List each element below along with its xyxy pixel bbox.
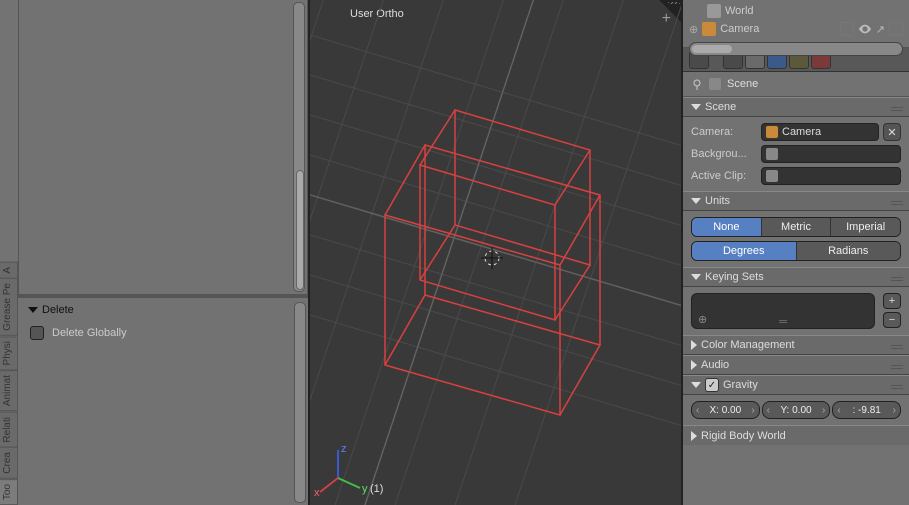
grip-icon[interactable] <box>891 275 903 281</box>
tool-shelf-upper <box>18 0 308 295</box>
active-clip-label: Active Clip: <box>691 170 757 182</box>
camera-restrict-icon[interactable] <box>889 22 903 36</box>
3d-viewport[interactable]: User Ortho + <box>308 0 681 505</box>
world-icon <box>707 4 721 18</box>
collapse-icon <box>691 198 701 204</box>
outliner-scrollbar[interactable] <box>689 42 903 56</box>
tab-misc[interactable]: A <box>0 262 18 279</box>
unit-imperial[interactable]: Imperial <box>831 218 900 236</box>
panel-title-scene: Scene <box>705 101 736 113</box>
list-grip-icon[interactable]: ═ <box>779 316 787 326</box>
panel-gravity: X: 0.00 Y: 0.00 : -9.81 <box>683 395 909 425</box>
svg-text:x: x <box>314 487 320 499</box>
panel-header-rigidbody[interactable]: Rigid Body World <box>683 425 909 445</box>
delete-globally-option[interactable]: Delete Globally <box>30 326 298 340</box>
panel-title-keying: Keying Sets <box>705 271 764 283</box>
scene-link-icon <box>766 148 778 160</box>
breadcrumb-scene[interactable]: Scene <box>727 78 758 90</box>
viewport-canvas: z y x <box>310 0 681 505</box>
grip-icon[interactable] <box>891 199 903 205</box>
expand-icon <box>691 340 697 350</box>
tool-shelf-tabs: Too Crea Relati Animat Physi Grease Pe A <box>0 0 18 505</box>
tab-grease-pencil[interactable]: Grease Pe <box>0 278 18 336</box>
background-label: Backgrou... <box>691 148 757 160</box>
collapse-icon <box>691 382 701 388</box>
operator-title: Delete <box>42 304 74 316</box>
unit-metric[interactable]: Metric <box>762 218 832 236</box>
gravity-checkbox[interactable]: ✓ <box>705 378 719 392</box>
panel-scene: Camera: Camera ✕ Backgrou... Active Clip… <box>683 117 909 191</box>
restrict-icon[interactable] <box>840 22 854 36</box>
breadcrumb: Scene <box>683 72 909 97</box>
pin-icon[interactable] <box>691 78 703 90</box>
panel-units: None Metric Imperial Degrees Radians <box>683 211 909 267</box>
properties-region: World ⊕ Camera ↗ Scene Scene <box>681 0 909 505</box>
collapse-icon <box>691 274 701 280</box>
grip-icon[interactable] <box>891 105 903 111</box>
grip-icon[interactable] <box>891 363 903 369</box>
panel-title-units: Units <box>705 195 730 207</box>
panel-header-color-mgmt[interactable]: Color Management <box>683 335 909 355</box>
clip-icon <box>766 170 778 182</box>
tab-create[interactable]: Crea <box>0 447 18 479</box>
tab-animation[interactable]: Animat <box>0 370 18 411</box>
panel-title-color-mgmt: Color Management <box>701 339 795 351</box>
panel-header-keying[interactable]: Keying Sets <box>683 267 909 287</box>
panel-header-scene[interactable]: Scene <box>683 97 909 117</box>
svg-text:y: y <box>362 483 368 495</box>
gravity-x[interactable]: X: 0.00 <box>691 401 760 419</box>
scene-icon <box>709 78 721 90</box>
camera-label: Camera: <box>691 126 757 138</box>
scrollbar-thumb[interactable] <box>296 170 304 290</box>
panel-header-gravity[interactable]: ✓ Gravity <box>683 375 909 395</box>
outliner-camera-label: Camera <box>720 23 759 35</box>
tab-physics[interactable]: Physi <box>0 336 18 370</box>
angle-degrees[interactable]: Degrees <box>692 242 797 260</box>
panel-title-rigidbody: Rigid Body World <box>701 430 786 442</box>
expand-icon <box>691 360 697 370</box>
angle-radians[interactable]: Radians <box>797 242 901 260</box>
keying-remove-button[interactable]: − <box>883 312 901 328</box>
tab-relations[interactable]: Relati <box>0 412 18 448</box>
keying-list[interactable]: ═ ⊕ <box>691 293 875 329</box>
grip-icon[interactable] <box>891 343 903 349</box>
panel-header-audio[interactable]: Audio <box>683 355 909 375</box>
panel-title-audio: Audio <box>701 359 729 371</box>
camera-obj-icon <box>766 126 778 138</box>
active-clip-field[interactable] <box>761 167 901 185</box>
outliner-world[interactable]: World <box>689 2 903 20</box>
object-count: (1) <box>370 483 383 495</box>
camera-field[interactable]: Camera <box>761 123 879 141</box>
gravity-y[interactable]: Y: 0.00 <box>762 401 831 419</box>
panel-keying: ═ ⊕ + − <box>683 287 909 335</box>
operator-panel: Delete Delete Globally <box>18 295 308 505</box>
clear-camera-button[interactable]: ✕ <box>883 123 901 141</box>
gravity-z[interactable]: : -9.81 <box>832 401 901 419</box>
outliner: World ⊕ Camera ↗ <box>683 0 909 48</box>
eye-icon[interactable] <box>858 22 872 36</box>
panel-header-units[interactable]: Units <box>683 191 909 211</box>
camera-icon <box>702 22 716 36</box>
tool-shelf: Too Crea Relati Animat Physi Grease Pe A… <box>0 0 308 505</box>
panel-title-gravity: Gravity <box>723 379 758 391</box>
axis-gizmo-icon: z y x <box>314 443 368 499</box>
3d-cursor-icon <box>481 247 503 269</box>
outliner-world-label: World <box>725 5 754 17</box>
grip-icon[interactable] <box>891 383 903 389</box>
unit-none[interactable]: None <box>692 218 762 236</box>
collapse-icon <box>691 104 701 110</box>
expand-icon <box>691 431 697 441</box>
cursor-icon[interactable]: ↗ <box>876 23 885 36</box>
operator-header[interactable]: Delete <box>28 304 298 316</box>
checkbox-icon[interactable] <box>30 326 44 340</box>
keying-add-button[interactable]: + <box>883 293 901 309</box>
collapse-icon <box>28 307 38 313</box>
delete-globally-label: Delete Globally <box>52 327 127 339</box>
camera-value: Camera <box>782 126 821 138</box>
background-field[interactable] <box>761 145 901 163</box>
outliner-camera[interactable]: ⊕ Camera ↗ <box>689 20 903 38</box>
tab-tools[interactable]: Too <box>0 479 18 505</box>
svg-text:z: z <box>341 443 347 455</box>
